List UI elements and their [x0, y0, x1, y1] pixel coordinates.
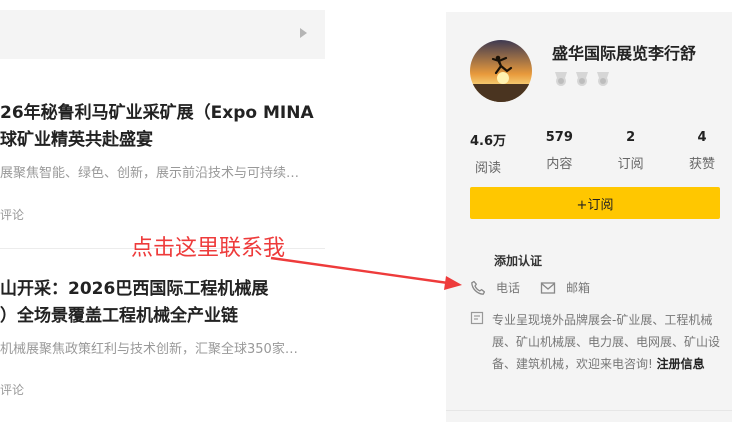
article-title-line1[interactable]: 26年秘鲁利马矿业采矿展（Expo MINA	[0, 100, 325, 127]
badge-group	[552, 70, 612, 88]
medal-icon	[576, 72, 588, 86]
stat-subscriptions[interactable]: 2 订阅	[603, 130, 659, 176]
medal-icon	[555, 72, 567, 86]
stat-label: 阅读	[474, 161, 501, 176]
contact-annotation: 点击这里联系我	[131, 236, 286, 261]
article-description: 展聚焦智能、绿色、创新，展示前沿技术与可持续…	[0, 166, 300, 181]
article-title-line2[interactable]: ）全场景覆盖工程机械全产业链	[0, 303, 325, 330]
mail-icon	[540, 281, 556, 294]
phone-label: 电话	[496, 281, 521, 295]
article-comment-count[interactable]: 评论	[0, 206, 24, 223]
author-sidebar: 盛华国际展览李行舒 4.6万 阅读 579 内容 2 订阅 4 获赞 +订阅 添…	[446, 12, 732, 422]
avatar-image	[470, 40, 532, 102]
stat-reads[interactable]: 4.6万 阅读	[460, 130, 516, 176]
article-title-line1[interactable]: 山开采：2026巴西国际工程机械展	[0, 276, 325, 303]
email-contact[interactable]: 邮箱	[540, 279, 590, 296]
stat-content[interactable]: 579 内容	[531, 130, 587, 176]
article-title-line2[interactable]: 球矿业精英共赴盛宴	[0, 127, 325, 154]
document-icon	[470, 311, 484, 325]
stat-label: 内容	[546, 157, 573, 172]
play-icon[interactable]	[300, 28, 307, 38]
stat-likes[interactable]: 4 获赞	[674, 130, 730, 176]
email-label: 邮箱	[566, 281, 591, 295]
stat-label: 获赞	[688, 157, 715, 172]
medal-icon	[597, 72, 609, 86]
stat-value: 4	[697, 130, 707, 145]
author-stats: 4.6万 阅读 579 内容 2 订阅 4 获赞	[460, 130, 730, 176]
article-description: 机械展聚焦政策红利与技术创新，汇聚全球350家…	[0, 342, 298, 357]
stat-label: 订阅	[617, 157, 644, 172]
avatar[interactable]	[470, 40, 532, 102]
add-certification-link[interactable]: 添加认证	[494, 252, 542, 269]
author-name[interactable]: 盛华国际展览李行舒	[552, 40, 696, 64]
register-info-link[interactable]: 注册信息	[657, 357, 705, 371]
divider	[446, 410, 732, 411]
article-feed: 26年秘鲁利马矿业采矿展（Expo MINA 球矿业精英共赴盛宴 展聚焦智能、绿…	[0, 0, 340, 422]
phone-contact[interactable]: 电话	[470, 279, 520, 296]
phone-icon	[471, 280, 486, 295]
stat-value: 4.6万	[469, 134, 507, 149]
article-comment-count[interactable]: 评论	[0, 381, 24, 398]
introduction-text: 专业呈现境外品牌展会-矿业展、工程机械展、矿山机械展、电力展、电网展、矿山设备、…	[492, 309, 720, 375]
subscribe-button[interactable]: +订阅	[470, 187, 720, 219]
stat-value: 2	[626, 130, 636, 145]
top-banner[interactable]	[0, 10, 325, 59]
stat-value: 579	[545, 130, 573, 145]
